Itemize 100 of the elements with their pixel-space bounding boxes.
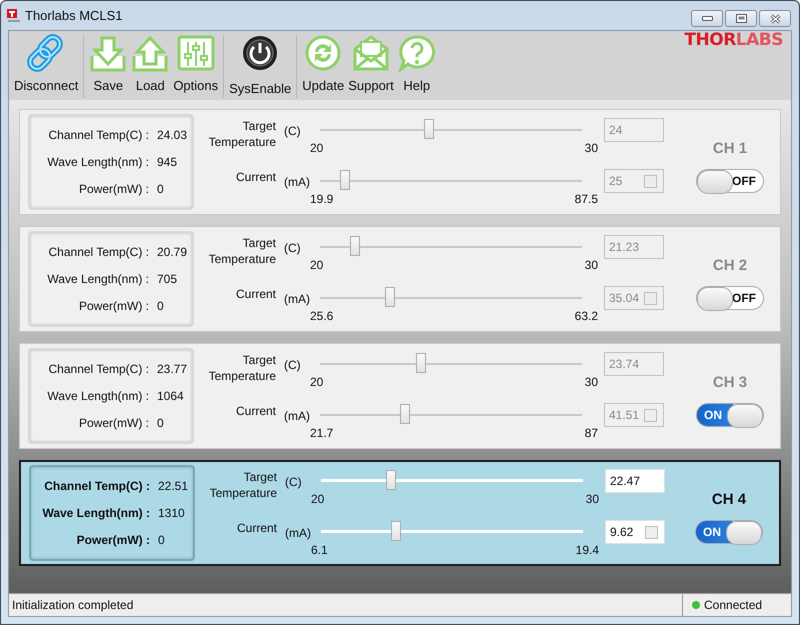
checkbox[interactable] bbox=[644, 408, 657, 422]
reading-value: 22.51 bbox=[158, 479, 188, 494]
reading-label: Wave Length(nm) : bbox=[41, 506, 150, 520]
reading-value: 1064 bbox=[157, 388, 184, 403]
reading-value: 705 bbox=[157, 272, 178, 286]
max-label: 19.4 bbox=[576, 543, 599, 557]
thorlabs-logo: THORLABS bbox=[684, 30, 783, 52]
unit-label: (C) bbox=[284, 475, 303, 489]
reading-value: 20.79 bbox=[157, 245, 188, 260]
refresh-icon bbox=[304, 34, 342, 72]
toolbar-button[interactable]: SysEnable bbox=[227, 31, 294, 100]
min-label: 19.9 bbox=[310, 192, 334, 206]
slider-thumb[interactable] bbox=[340, 170, 350, 190]
link-icon bbox=[27, 34, 66, 72]
control-label: Current bbox=[234, 403, 276, 419]
min-label: 21.7 bbox=[310, 426, 334, 440]
toolbar-button[interactable]: Load bbox=[129, 31, 172, 100]
control-label: Current bbox=[234, 169, 276, 185]
unit-label: (mA) bbox=[283, 175, 311, 189]
control-label: Target Temperature bbox=[208, 118, 276, 150]
value-field[interactable]: 22.47 bbox=[605, 469, 665, 493]
slider-thumb[interactable] bbox=[390, 521, 401, 541]
max-label: 30 bbox=[584, 375, 598, 389]
upload-icon bbox=[131, 34, 170, 72]
reading-label: Channel Temp(C) : bbox=[48, 128, 149, 142]
toolbar-button[interactable]: Save bbox=[87, 31, 130, 100]
channel-name: CH 2 bbox=[712, 256, 748, 274]
checkbox[interactable] bbox=[645, 526, 658, 538]
reading-value: 1310 bbox=[158, 506, 185, 520]
slider-thumb[interactable] bbox=[386, 470, 396, 490]
channel-name: CH 4 bbox=[712, 490, 746, 508]
toggle-switch[interactable]: OFF bbox=[696, 168, 764, 192]
unit-label: (C) bbox=[283, 241, 302, 255]
toggle-switch[interactable]: ON bbox=[696, 402, 764, 426]
download-icon bbox=[89, 34, 128, 72]
control-label: Current bbox=[236, 520, 277, 536]
min-label: 20 bbox=[310, 141, 324, 155]
status-message: Initialization completed bbox=[12, 598, 134, 612]
reading-label: Power(mW) : bbox=[76, 532, 150, 547]
reading-label: Power(mW) : bbox=[78, 182, 149, 196]
control-label: Target Temperature bbox=[208, 469, 277, 501]
reading-label: Power(mW) : bbox=[78, 416, 149, 430]
power-icon bbox=[241, 34, 280, 72]
minimize-button[interactable] bbox=[691, 10, 723, 27]
reading-value: 24.03 bbox=[157, 128, 188, 142]
min-label: 20 bbox=[310, 258, 324, 272]
app-icon bbox=[7, 8, 21, 22]
reading-label: Wave Length(nm) : bbox=[46, 154, 149, 169]
reading-label: Power(mW) : bbox=[78, 298, 149, 313]
reading-value: 23.77 bbox=[157, 362, 188, 376]
value-field[interactable]: 9.62 bbox=[605, 520, 665, 544]
close-icon bbox=[770, 14, 780, 24]
control-label: Target Temperature bbox=[208, 235, 276, 267]
reading-value: 0 bbox=[157, 298, 164, 313]
maximize-icon bbox=[736, 14, 746, 23]
min-label: 25.6 bbox=[310, 309, 334, 323]
reading-label: Channel Temp(C) : bbox=[43, 479, 150, 494]
unit-label: (C) bbox=[283, 358, 302, 372]
reading-value: 0 bbox=[157, 416, 164, 430]
max-label: 87 bbox=[584, 426, 598, 440]
close-button[interactable] bbox=[759, 10, 791, 27]
help-icon bbox=[398, 34, 436, 72]
toolbar-button[interactable]: Disconnect bbox=[12, 31, 80, 100]
reading-value: 945 bbox=[157, 154, 178, 169]
toolbar-button[interactable]: Update bbox=[300, 31, 346, 100]
checkbox[interactable] bbox=[644, 174, 657, 188]
connection-status: Connected bbox=[704, 598, 762, 612]
toolbar-button[interactable]: Support bbox=[346, 31, 396, 100]
channel-name: CH 3 bbox=[712, 374, 748, 390]
slider-thumb[interactable] bbox=[400, 404, 410, 424]
slider-thumb[interactable] bbox=[350, 236, 360, 256]
reading-label: Channel Temp(C) : bbox=[48, 245, 149, 260]
checkbox[interactable] bbox=[644, 292, 657, 304]
reading-label: Wave Length(nm) : bbox=[46, 272, 149, 286]
sliders-icon bbox=[176, 34, 215, 72]
toggle-switch[interactable]: OFF bbox=[696, 286, 764, 310]
max-label: 87.5 bbox=[574, 192, 598, 206]
slider-thumb[interactable] bbox=[416, 353, 426, 373]
reading-value: 0 bbox=[157, 182, 164, 196]
min-label: 6.1 bbox=[311, 543, 328, 557]
slider-thumb[interactable] bbox=[424, 119, 434, 139]
max-label: 30 bbox=[586, 492, 599, 506]
reading-label: Wave Length(nm) : bbox=[46, 388, 149, 403]
max-label: 30 bbox=[584, 141, 598, 155]
min-label: 20 bbox=[310, 375, 324, 389]
unit-label: (C) bbox=[283, 124, 302, 138]
toolbar-button[interactable]: Help bbox=[396, 31, 438, 100]
maximize-button[interactable] bbox=[725, 10, 757, 27]
unit-label: (mA) bbox=[284, 526, 312, 540]
toolbar-button[interactable]: Options bbox=[171, 31, 220, 100]
max-label: 63.2 bbox=[574, 309, 598, 323]
reading-label: Channel Temp(C) : bbox=[48, 362, 149, 376]
reading-value: 0 bbox=[158, 532, 165, 547]
toggle-switch[interactable]: ON bbox=[695, 520, 763, 544]
control-label: Current bbox=[234, 286, 276, 302]
min-label: 20 bbox=[311, 492, 324, 506]
control-label: Target Temperature bbox=[208, 352, 276, 384]
max-label: 30 bbox=[584, 258, 598, 272]
envelope-icon bbox=[352, 34, 390, 72]
slider-thumb[interactable] bbox=[384, 287, 394, 307]
